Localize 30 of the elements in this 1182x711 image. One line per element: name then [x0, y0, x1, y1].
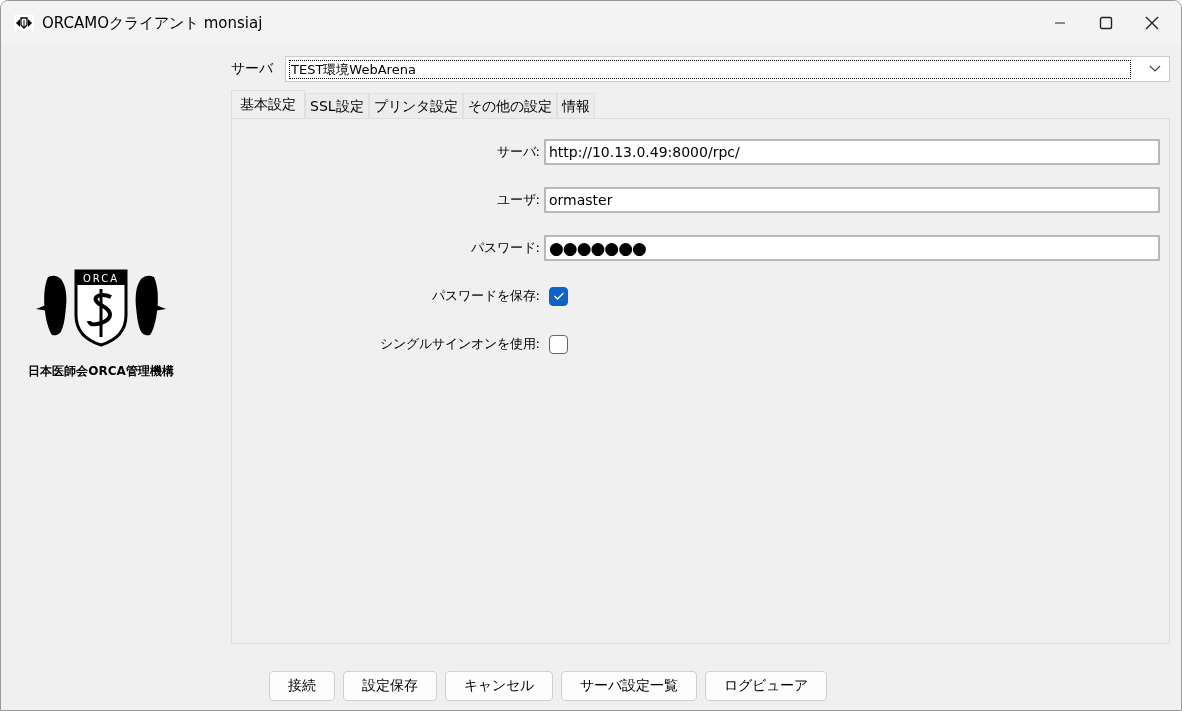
password-field[interactable]: ●●●●●●● [544, 235, 1160, 261]
dialog-button[interactable]: ログビューア [705, 671, 827, 701]
emblem-drawing: ORCA [36, 266, 166, 347]
tab[interactable]: プリンタ設定 [368, 93, 463, 118]
dialog-button[interactable]: 接続 [269, 671, 335, 701]
tab[interactable]: 情報 [556, 93, 595, 118]
field-label: パスワード: [469, 239, 540, 257]
checkbox[interactable] [549, 286, 568, 306]
window-title: ORCAMOクライアント monsiaj [42, 13, 263, 33]
server-dropdown[interactable]: TEST環境WebArena [285, 56, 1170, 82]
dialog-button[interactable]: 設定保存 [343, 671, 437, 701]
dialog-button[interactable]: キャンセル [445, 671, 553, 701]
app-icon [14, 15, 34, 31]
caret-icon [1149, 65, 1161, 73]
field-label: パスワードを保存: [430, 287, 540, 305]
tab[interactable]: 基本設定 [231, 90, 305, 118]
tab[interactable]: SSL設定 [305, 93, 369, 118]
field-label: シングルサインオンを使用: [378, 335, 540, 353]
check-icon [552, 291, 565, 301]
tab[interactable]: その他の設定 [462, 93, 557, 118]
maximize-icon [1099, 16, 1113, 30]
text-field[interactable]: http://10.13.0.49:8000/rpc/ [544, 139, 1160, 165]
text-field[interactable]: ormaster [544, 187, 1160, 213]
checkbox[interactable] [549, 334, 568, 354]
field-label: サーバ: [495, 143, 540, 161]
field-label: ユーザ: [495, 191, 540, 209]
dialog-button[interactable]: サーバ設定一覧 [561, 671, 697, 701]
server-label: サーバ [231, 60, 273, 78]
organization-name: 日本医師会ORCA管理機構 [28, 362, 174, 380]
close-icon [1145, 16, 1159, 30]
